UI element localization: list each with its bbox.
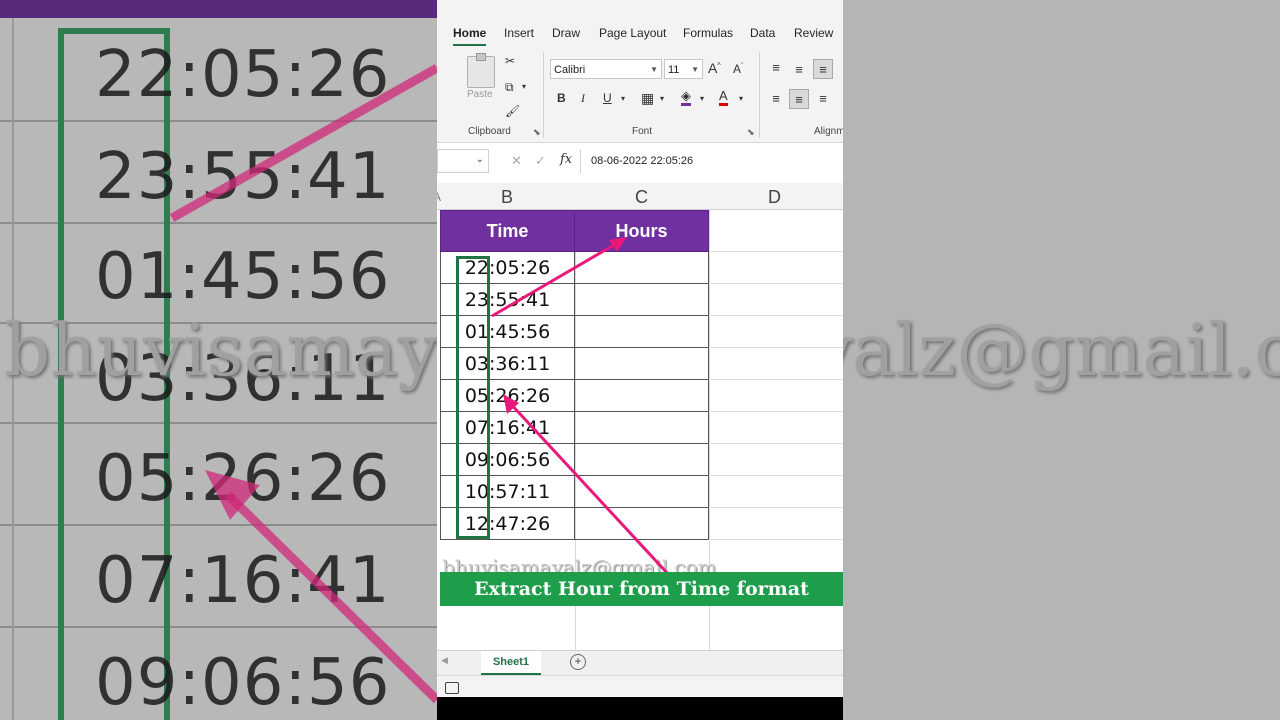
font-size-value: 11 (668, 64, 680, 76)
column-header-a[interactable]: A (437, 190, 441, 204)
tab-insert[interactable]: Insert (504, 26, 534, 40)
borders-icon[interactable]: ▦ (641, 90, 654, 107)
backdrop-arrows (169, 64, 437, 704)
group-divider (543, 52, 544, 138)
chevron-down-icon: ▼ (691, 65, 699, 74)
align-middle-icon[interactable]: ≡ (789, 60, 809, 80)
fill-color-icon[interactable]: ◈ (681, 89, 691, 106)
backdrop-arrow-line (224, 491, 437, 704)
chevron-down-icon[interactable]: ▾ (739, 94, 743, 103)
paste-button-label: Paste (467, 89, 493, 100)
paste-icon[interactable] (467, 53, 495, 88)
backdrop-right: bhuvisamayalz@gmail.com (843, 0, 1280, 720)
font-group-label: Font (632, 126, 653, 137)
underline-button[interactable]: U (603, 91, 612, 105)
bottom-bar (437, 697, 843, 720)
tab-formulas[interactable]: Formulas (683, 26, 733, 40)
column-header-b[interactable]: B (501, 187, 513, 208)
chevron-down-icon: ⌄ (475, 154, 484, 165)
grow-font-icon[interactable]: A^ (708, 60, 721, 76)
font-color-icon[interactable]: A (719, 89, 728, 106)
align-left-icon[interactable]: ≡ (766, 89, 786, 109)
ribbon-tabs: Home Insert Draw Page Layout Formulas Da… (437, 18, 843, 46)
align-right-icon[interactable]: ≡ (813, 89, 833, 109)
column-header-d[interactable]: D (768, 187, 781, 208)
chevron-down-icon[interactable]: ▾ (700, 94, 704, 103)
align-center-icon[interactable]: ≡ (789, 89, 809, 109)
align-top-icon[interactable]: ≡ (766, 58, 786, 78)
arrow-to-hours-line (491, 240, 620, 318)
status-bar (437, 675, 843, 698)
column-headers: A B C D (437, 183, 843, 210)
alignment-group-label: Alignm (814, 126, 843, 137)
arrow-to-hours-head (609, 237, 627, 252)
grow-font-label: A (708, 60, 718, 76)
backdrop-watermark: bhuvisamayalz@gmail.com (843, 308, 1280, 392)
formula-input[interactable]: 08-06-2022 22:05:26 (580, 149, 843, 173)
ribbon-home: Paste ✂ ⧉ ▾ 🖌 Clipboard ⬊ Calibri ▼ 11 ▼… (437, 46, 843, 143)
font-name-dropdown[interactable]: Calibri ▼ (550, 59, 662, 79)
tab-draw[interactable]: Draw (552, 26, 580, 40)
tutorial-banner: Extract Hour from Time format (440, 572, 843, 606)
tab-review[interactable]: Review (794, 26, 833, 40)
align-bottom-icon[interactable]: ≡ (813, 59, 833, 79)
chevron-down-icon[interactable]: ▾ (660, 94, 664, 103)
backdrop-left: 22:05:26 23:55:41 01:45:56 03:36:11 05:2… (0, 0, 437, 720)
chevron-left-icon[interactable]: ◀ (441, 655, 448, 666)
formula-enter-icon[interactable]: ✓ (535, 153, 546, 169)
sheet-tab-sheet1[interactable]: Sheet1 (481, 651, 541, 675)
shrink-font-icon[interactable]: Aˇ (733, 62, 743, 76)
dialog-launcher-icon[interactable]: ⬊ (747, 127, 755, 138)
copy-icon[interactable]: ⧉ (505, 80, 514, 95)
cut-icon[interactable]: ✂ (505, 54, 515, 68)
chevron-down-icon[interactable]: ▾ (522, 82, 526, 91)
italic-button[interactable]: I (581, 91, 585, 106)
format-painter-icon[interactable]: 🖌 (505, 104, 520, 118)
clipboard-group-label: Clipboard (468, 126, 511, 137)
title-strip (437, 0, 843, 18)
tab-data[interactable]: Data (750, 26, 775, 40)
macro-record-icon[interactable] (445, 682, 459, 694)
group-divider (759, 52, 760, 138)
sheet-tabs-bar: ◀ Sheet1 + (437, 650, 843, 675)
backdrop-arrow-line (169, 64, 437, 222)
arrow-to-digits-line (507, 400, 671, 577)
chevron-down-icon[interactable]: ▾ (621, 94, 625, 103)
name-box[interactable]: ⌄ (437, 149, 489, 173)
column-header-c[interactable]: C (635, 187, 648, 208)
shrink-font-label: A (733, 62, 742, 76)
insert-function-icon[interactable]: fx (560, 152, 572, 167)
bold-button[interactable]: B (557, 91, 566, 105)
chevron-down-icon: ▼ (650, 65, 658, 74)
dialog-launcher-icon[interactable]: ⬊ (533, 127, 541, 138)
tab-home[interactable]: Home (453, 26, 487, 46)
formula-bar: ⌄ ✕ ✓ fx 08-06-2022 22:05:26 (437, 149, 843, 173)
formula-cancel-icon[interactable]: ✕ (511, 153, 522, 169)
font-size-dropdown[interactable]: 11 ▼ (664, 59, 703, 79)
tab-page-layout[interactable]: Page Layout (599, 26, 666, 40)
excel-window: Home Insert Draw Page Layout Formulas Da… (437, 0, 843, 720)
add-sheet-button[interactable]: + (570, 654, 586, 670)
font-name-value: Calibri (554, 64, 586, 76)
